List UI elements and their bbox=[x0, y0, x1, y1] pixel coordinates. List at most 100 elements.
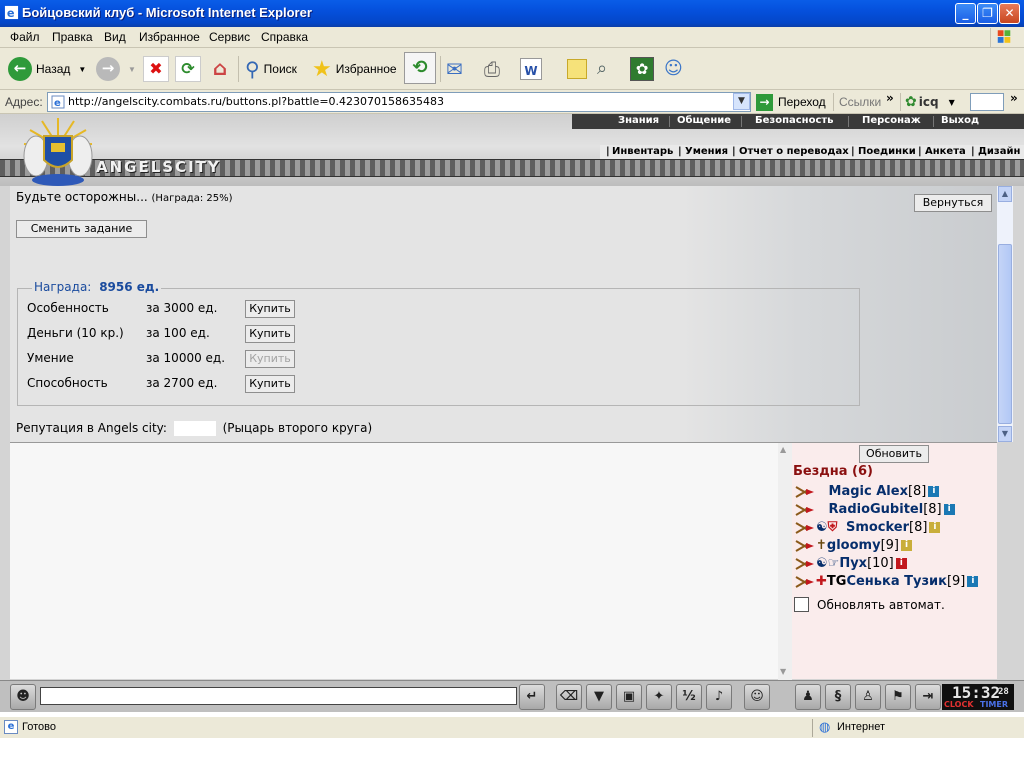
back-to-game-button[interactable]: Вернуться bbox=[914, 194, 992, 212]
exit-door-icon[interactable]: ⇥ bbox=[915, 684, 941, 710]
flag-icon[interactable]: ⚑ bbox=[885, 684, 911, 710]
back-button[interactable]: ← Назад ▼ bbox=[8, 55, 86, 83]
icq-search-input[interactable] bbox=[970, 93, 1004, 111]
back-dropdown-icon[interactable]: ▼ bbox=[78, 65, 86, 74]
forward-button[interactable]: → ▼ bbox=[96, 55, 136, 83]
links-label[interactable]: Ссылки bbox=[839, 95, 881, 109]
restore-button[interactable]: ❐ bbox=[977, 3, 998, 24]
subnav-transfers[interactable]: Отчет о переводах bbox=[739, 146, 849, 157]
auto-refresh-checkbox[interactable] bbox=[794, 597, 809, 612]
cross-icon: ✝ bbox=[816, 538, 827, 553]
close-button[interactable]: ✕ bbox=[999, 3, 1020, 24]
user-row[interactable]: ☯⛨ Smocker[8] i bbox=[794, 520, 941, 538]
smiley-icon[interactable]: ☺ bbox=[744, 684, 770, 710]
change-task-button[interactable]: Сменить задание bbox=[16, 220, 147, 238]
messenger-icon[interactable]: ☺ bbox=[664, 56, 690, 82]
info-icon[interactable]: i bbox=[943, 504, 955, 515]
send-message-icon[interactable]: ↵ bbox=[519, 684, 545, 710]
nav-knowledge[interactable]: Знания bbox=[618, 115, 659, 126]
stop-icon[interactable]: ✖ bbox=[143, 56, 169, 82]
links-chevron-icon[interactable]: » bbox=[886, 91, 894, 105]
print-icon[interactable]: ⎙ bbox=[484, 56, 510, 82]
subnav-design[interactable]: Дизайн bbox=[978, 146, 1020, 157]
menu-file[interactable]: Файл bbox=[10, 30, 40, 44]
favorites-button[interactable]: ★ Избранное bbox=[312, 55, 397, 83]
status-zone: Интернет bbox=[837, 721, 885, 733]
buy-button-money[interactable]: Купить bbox=[245, 325, 295, 343]
nav-security[interactable]: Безопасность bbox=[755, 115, 834, 126]
nav-exit[interactable]: Выход bbox=[941, 115, 979, 126]
clock-label[interactable]: CLOCK bbox=[944, 700, 974, 709]
edit-word-icon[interactable]: W bbox=[520, 58, 542, 80]
users-scroll-down-icon[interactable]: ▼ bbox=[780, 667, 786, 676]
scroll-up-icon[interactable]: ▲ bbox=[998, 186, 1012, 202]
buy-button-feature[interactable]: Купить bbox=[245, 300, 295, 318]
refresh-users-button[interactable]: Обновить bbox=[859, 445, 929, 463]
minimize-button[interactable]: _ bbox=[955, 3, 976, 24]
user-row[interactable]: Magic Alex[8] i bbox=[794, 484, 940, 502]
chat-area[interactable] bbox=[10, 442, 778, 679]
refresh-icon[interactable]: ⟳ bbox=[175, 56, 201, 82]
mail-icon[interactable]: ✉ bbox=[446, 56, 472, 82]
more-chevron-icon[interactable]: » bbox=[1010, 91, 1018, 105]
info-icon[interactable]: i bbox=[900, 540, 912, 551]
menu-tools[interactable]: Сервис bbox=[209, 30, 250, 44]
buy-button-ability[interactable]: Купить bbox=[245, 375, 295, 393]
menu-favorites[interactable]: Избранное bbox=[139, 30, 200, 44]
user-row[interactable]: ✝gloomy[9] i bbox=[794, 538, 912, 556]
note-icon[interactable] bbox=[567, 59, 587, 79]
subnav-fights[interactable]: Поединки bbox=[858, 146, 916, 157]
subnav-profile[interactable]: Анкета bbox=[925, 146, 966, 157]
users-scroll-up-icon[interactable]: ▲ bbox=[780, 445, 786, 454]
info-icon[interactable]: i bbox=[928, 486, 940, 497]
quest-warning-line: Будьте осторожны... (Награда: 25%) bbox=[16, 190, 233, 204]
timer-label[interactable]: TIMER bbox=[980, 700, 1008, 709]
user-row[interactable]: ✚TGСенька Тузик[9] i bbox=[794, 574, 979, 592]
subnav-inventory[interactable]: Инвентарь bbox=[612, 146, 673, 157]
info-icon[interactable]: i bbox=[929, 522, 941, 533]
research-icon[interactable]: ⌕ bbox=[597, 56, 623, 82]
address-dropdown-icon[interactable]: ▼ bbox=[733, 93, 750, 110]
save-icon[interactable]: ▣ bbox=[616, 684, 642, 710]
address-input[interactable]: e http://angelscity.combats.ru/buttons.p… bbox=[47, 92, 751, 112]
sound-icon[interactable]: ♪ bbox=[706, 684, 732, 710]
address-url: http://angelscity.combats.ru/buttons.pl?… bbox=[68, 95, 445, 108]
scroll-down-icon[interactable]: ▼ bbox=[998, 426, 1012, 442]
search-button[interactable]: ⚲ Поиск bbox=[245, 55, 297, 83]
history-icon[interactable]: ⟲ bbox=[404, 52, 436, 84]
home-icon[interactable]: ⌂ bbox=[207, 56, 233, 82]
user-name: Magic Alex bbox=[828, 484, 908, 499]
shop-item-name: Умение bbox=[27, 351, 74, 365]
subnav-skills[interactable]: Умения bbox=[685, 146, 728, 157]
filter-icon[interactable]: ▼ bbox=[586, 684, 612, 710]
icq-button[interactable]: ✿ icq ▼ bbox=[905, 93, 955, 111]
scroll-thumb[interactable] bbox=[998, 244, 1012, 424]
fighter-icon[interactable]: ✦ bbox=[646, 684, 672, 710]
menu-view[interactable]: Вид bbox=[104, 30, 126, 44]
forward-dropdown-icon[interactable]: ▼ bbox=[128, 65, 136, 74]
nav-communication[interactable]: Общение bbox=[677, 115, 731, 126]
nav-character[interactable]: Персонаж bbox=[862, 115, 921, 126]
menu-help[interactable]: Справка bbox=[261, 30, 308, 44]
group-icon[interactable]: ♙ bbox=[855, 684, 881, 710]
users-scrollbar[interactable]: ▲ ▼ bbox=[778, 443, 792, 680]
chat-input[interactable] bbox=[40, 687, 517, 705]
info-icon[interactable]: i bbox=[967, 576, 979, 587]
nav-divider bbox=[933, 116, 934, 127]
shop-item-price: за 10000 ед. bbox=[146, 351, 226, 365]
go-button[interactable]: → Переход bbox=[756, 92, 826, 112]
auto-refresh-row: Обновлять автомат. bbox=[794, 597, 945, 612]
location-title: Бездна (6) bbox=[793, 464, 873, 479]
user-row[interactable]: RadioGubitel[8] i bbox=[794, 502, 955, 520]
info-icon[interactable]: i bbox=[895, 558, 907, 569]
eraser-icon[interactable]: ⌫ bbox=[556, 684, 582, 710]
icq-label: icq bbox=[918, 95, 939, 109]
quest-panel-scrollbar[interactable]: ▲ ▼ bbox=[997, 186, 1013, 442]
menu-edit[interactable]: Правка bbox=[52, 30, 93, 44]
chat-speak-icon[interactable]: ☻ bbox=[10, 684, 36, 710]
bag-icon[interactable]: ♟ bbox=[795, 684, 821, 710]
user-row[interactable]: ☯☞Пух[10] i bbox=[794, 556, 907, 574]
icq-flower-icon[interactable]: ✿ bbox=[630, 57, 654, 81]
scroll-icon[interactable]: § bbox=[825, 684, 851, 710]
fraction-icon[interactable]: ½ bbox=[676, 684, 702, 710]
